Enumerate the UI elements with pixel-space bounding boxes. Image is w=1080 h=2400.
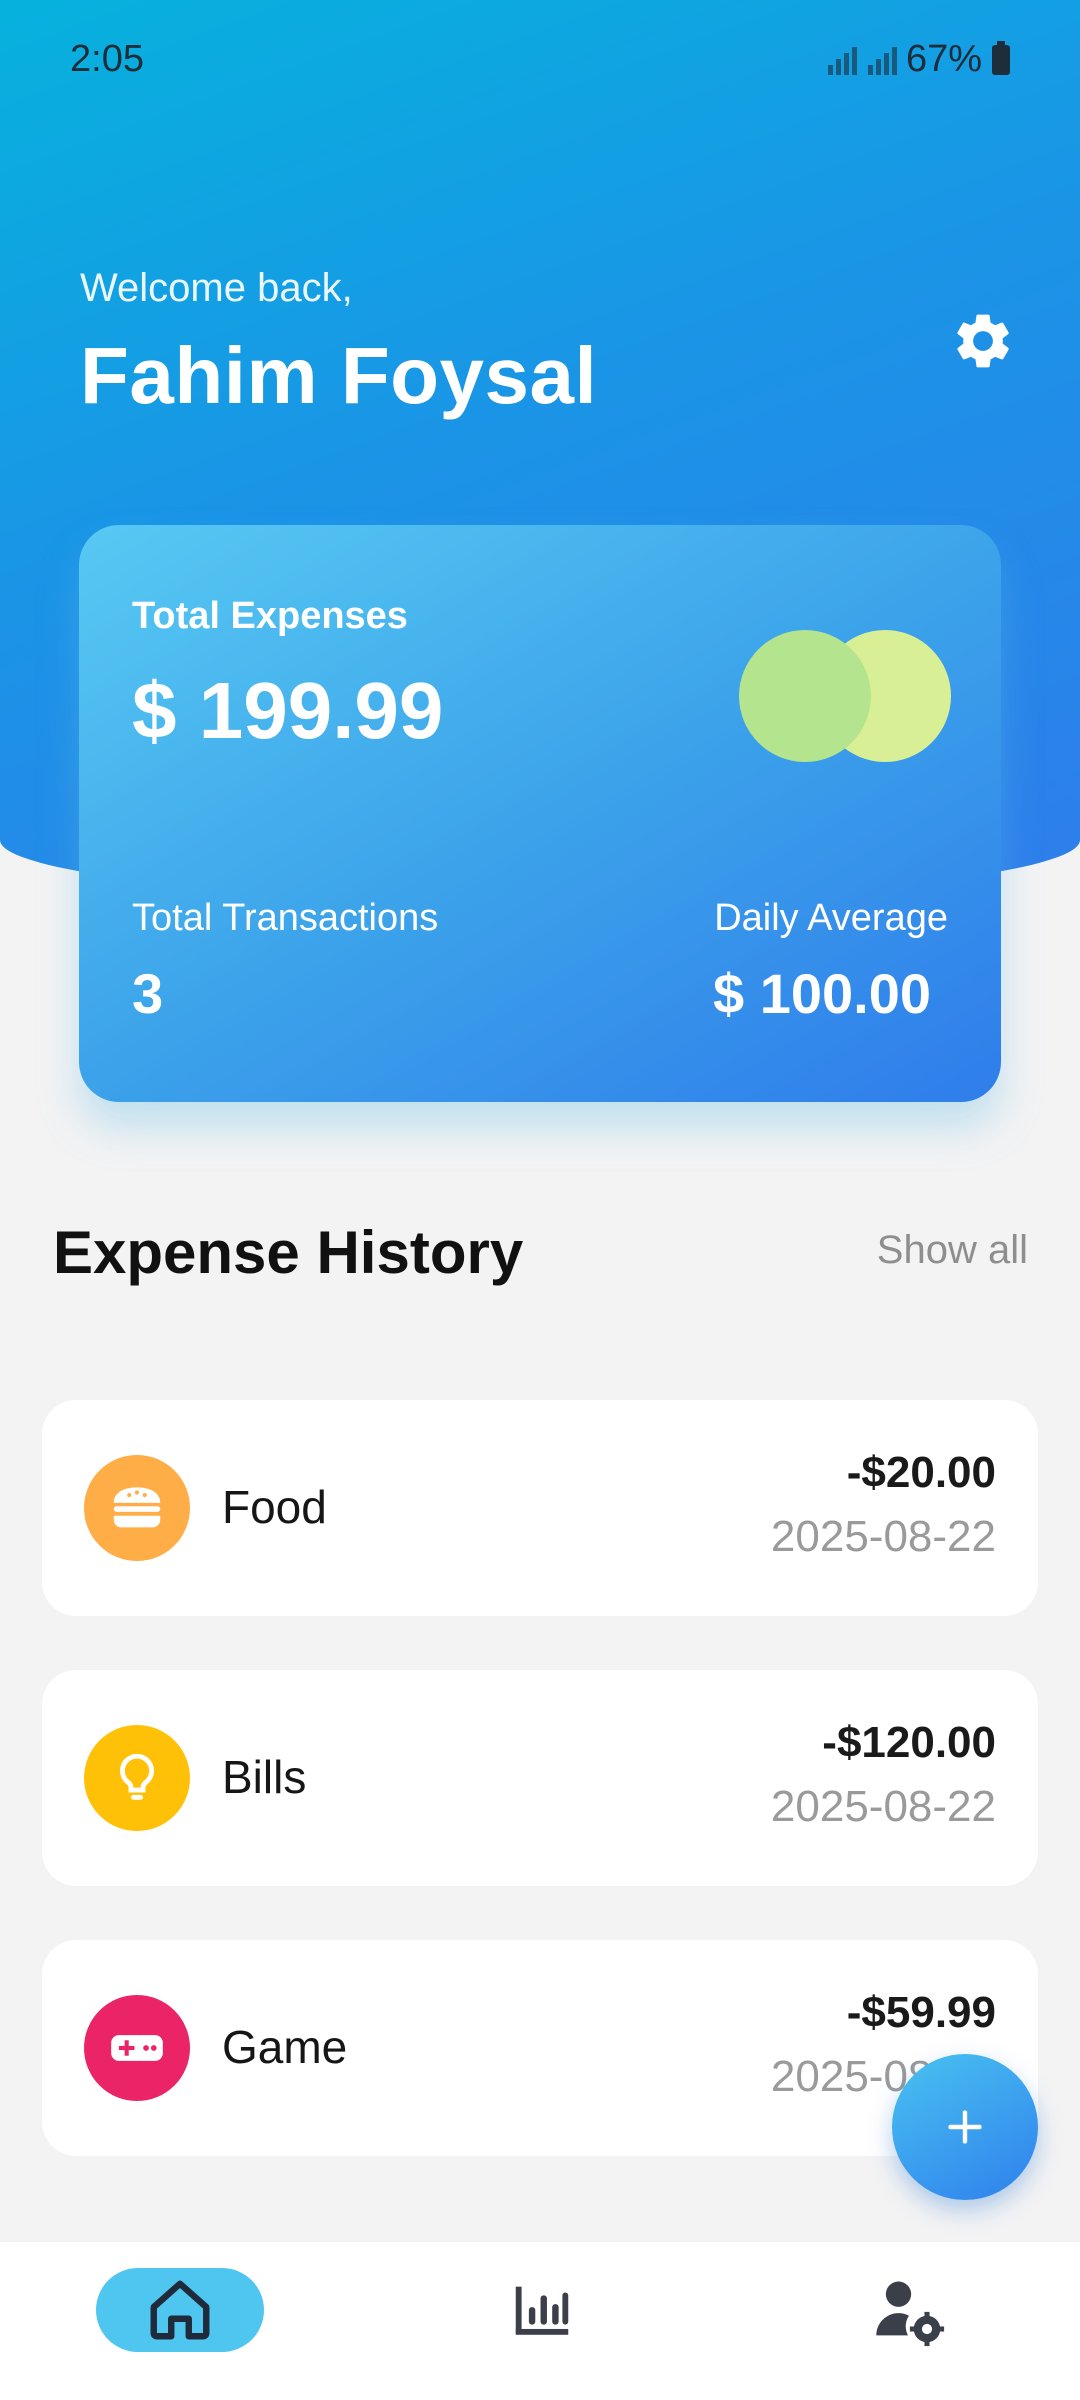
expense-category: Bills: [222, 1751, 307, 1803]
user-gear-icon: [876, 2281, 945, 2347]
add-expense-button[interactable]: [892, 2054, 1038, 2200]
nav-home[interactable]: [96, 2268, 264, 2352]
expense-date: 2025-08-22: [770, 1512, 996, 1561]
bottom-nav: [0, 2242, 1080, 2400]
list-item[interactable]: Game -$59.99 2025-08-22: [42, 1940, 1038, 2156]
bar-chart-icon: [515, 2286, 569, 2335]
welcome-text: Welcome back,: [80, 266, 353, 310]
plus-icon: [948, 2110, 982, 2144]
nav-stats[interactable]: [500, 2268, 584, 2352]
expense-amount: -$120.00: [822, 1718, 996, 1767]
total-transactions-label: Total Transactions: [132, 897, 439, 939]
battery-percent: 67%: [905, 38, 982, 80]
expense-amount: -$59.99: [846, 1988, 996, 2037]
user-name: Fahim Foysal: [80, 331, 598, 420]
card-logo-circle-left: [739, 630, 871, 762]
list-item[interactable]: Food -$20.00 2025-08-22: [42, 1400, 1038, 1616]
battery-icon: [992, 40, 1010, 75]
expense-amount: -$20.00: [846, 1448, 996, 1497]
daily-average-label: Daily Average: [714, 897, 948, 939]
status-bar: 2:05 67%: [70, 34, 1010, 84]
lightbulb-icon: [84, 1725, 190, 1831]
signal-icon-2: [867, 46, 897, 75]
expense-category: Game: [222, 2021, 348, 2073]
expense-history-title: Expense History: [53, 1219, 524, 1286]
nav-profile-settings[interactable]: [866, 2268, 950, 2352]
card-logo: [739, 630, 954, 765]
total-expenses-label: Total Expenses: [132, 595, 408, 637]
total-expenses-value: $ 199.99: [132, 666, 444, 755]
gear-icon[interactable]: [950, 308, 1016, 374]
total-transactions-value: 3: [132, 962, 164, 1025]
status-time: 2:05: [70, 38, 144, 80]
signal-icon: [827, 46, 857, 75]
summary-card: Total Expenses $ 199.99 Total Transactio…: [79, 525, 1001, 1102]
list-item[interactable]: Bills -$120.00 2025-08-22: [42, 1670, 1038, 1886]
show-all-link[interactable]: Show all: [877, 1228, 1028, 1273]
expense-category: Food: [222, 1481, 327, 1533]
burger-icon: [84, 1455, 190, 1561]
daily-average-value: $ 100.00: [713, 962, 931, 1025]
gamepad-icon: [84, 1995, 190, 2101]
status-indicators: 67%: [826, 38, 1010, 81]
expense-date: 2025-08-22: [770, 1782, 996, 1831]
home-icon: [150, 2280, 210, 2340]
